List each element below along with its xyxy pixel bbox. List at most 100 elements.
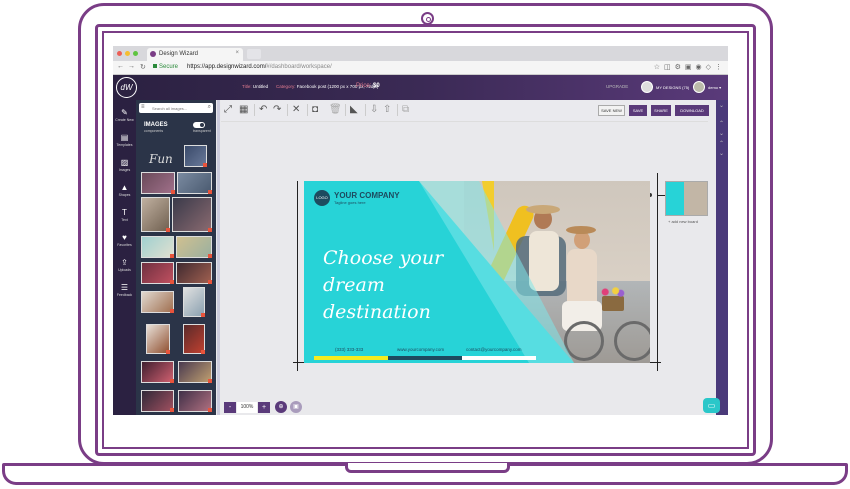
secure-indicator[interactable]: Secure bbox=[153, 64, 178, 70]
close-icon[interactable]: ✕ bbox=[292, 105, 300, 115]
tab-close-icon[interactable]: × bbox=[235, 50, 239, 56]
chevron-down-icon[interactable]: ⌄ bbox=[719, 130, 724, 137]
share-button[interactable]: SHARE bbox=[651, 105, 671, 116]
image-thumbnail[interactable] bbox=[141, 361, 174, 383]
phone-text[interactable]: (333) 333-333 bbox=[335, 347, 363, 352]
nav-shapes[interactable]: ▲ Shapes bbox=[113, 183, 136, 197]
extension-icon[interactable]: ▣ bbox=[685, 63, 692, 71]
image-thumbnail[interactable] bbox=[177, 172, 212, 194]
expand-icon[interactable]: ⤢ bbox=[224, 105, 232, 115]
star-icon[interactable]: ☆ bbox=[654, 63, 660, 71]
image-thumbnail[interactable] bbox=[146, 324, 170, 354]
image-thumbnail[interactable] bbox=[141, 390, 174, 412]
chevron-down-icon[interactable]: ⌄ bbox=[719, 150, 724, 157]
my-designs-link[interactable]: MY DESIGNS (75) bbox=[656, 85, 689, 90]
design-wizard-logo[interactable]: dW bbox=[116, 77, 137, 98]
footer-bar-yellow[interactable] bbox=[314, 356, 388, 360]
add-board-link[interactable]: + add new board bbox=[668, 219, 698, 224]
nav-templates[interactable]: ▤ Templates bbox=[113, 133, 136, 147]
chevron-up-icon[interactable]: ⌃ bbox=[719, 120, 724, 127]
image-thumbnail[interactable] bbox=[141, 197, 170, 232]
flip-icon[interactable]: ◣ bbox=[350, 105, 358, 115]
fit-screen-icon[interactable]: ⊕ bbox=[275, 401, 287, 413]
download-button[interactable]: DOWNLOAD bbox=[675, 105, 709, 116]
nav-create-new[interactable]: ✎ Create New bbox=[113, 108, 136, 122]
trash-icon[interactable]: 🗑 bbox=[329, 105, 342, 115]
price-info: Price: $0 bbox=[356, 83, 380, 89]
camera-tool-icon[interactable]: ◘ bbox=[312, 105, 318, 115]
back-icon[interactable]: ← bbox=[117, 63, 124, 70]
image-search-input[interactable]: ≡ Search all images... ⌕ bbox=[139, 103, 213, 113]
profile-icon[interactable]: ◉ bbox=[696, 63, 702, 71]
image-thumbnail[interactable] bbox=[141, 236, 174, 258]
close-window-icon[interactable] bbox=[117, 51, 122, 56]
zoom-out-button[interactable]: - bbox=[224, 402, 236, 413]
forward-icon[interactable]: → bbox=[128, 63, 135, 70]
email-text[interactable]: contact@yourcompany.com bbox=[466, 347, 522, 352]
document-icon: ▤ bbox=[120, 133, 129, 142]
reload-icon[interactable]: ↻ bbox=[140, 63, 146, 71]
board-thumbnail[interactable] bbox=[665, 181, 708, 216]
upgrade-link[interactable]: UPGRADE bbox=[606, 84, 628, 89]
my-designs-icon[interactable] bbox=[641, 81, 653, 93]
fun-thumbnail[interactable]: Fun bbox=[149, 152, 173, 166]
new-tab-button[interactable] bbox=[247, 49, 261, 59]
image-thumbnail[interactable] bbox=[141, 262, 174, 284]
search-icon[interactable]: ⌕ bbox=[208, 104, 211, 111]
grid-icon[interactable]: ▦ bbox=[239, 105, 248, 115]
company-name[interactable]: YOUR COMPANY bbox=[334, 191, 400, 200]
image-thumbnail[interactable] bbox=[172, 197, 212, 232]
zoom-level[interactable]: 100% bbox=[237, 402, 257, 413]
chevron-down-icon[interactable]: ⌄ bbox=[719, 102, 724, 109]
image-thumbnail[interactable] bbox=[178, 361, 212, 383]
url-field[interactable]: https://app.designwizard.com/#/dashboard… bbox=[187, 64, 332, 70]
user-menu[interactable]: demo ▾ bbox=[708, 85, 721, 90]
nav-uploads[interactable]: ⇪ Uploads bbox=[113, 258, 136, 272]
guide-line bbox=[297, 181, 298, 371]
panel-scrollbar[interactable] bbox=[217, 100, 220, 415]
minimize-window-icon[interactable] bbox=[125, 51, 130, 56]
image-thumbnail[interactable] bbox=[183, 287, 205, 317]
nav-favorites[interactable]: ♥ Favorites bbox=[113, 233, 136, 247]
image-thumbnail[interactable] bbox=[176, 236, 212, 258]
avatar[interactable] bbox=[693, 81, 705, 93]
extension-icon[interactable]: ◫ bbox=[664, 63, 671, 71]
nav-text[interactable]: T Text bbox=[113, 208, 136, 222]
browser-tab[interactable]: Design Wizard × bbox=[147, 48, 243, 61]
image-thumbnail[interactable] bbox=[141, 291, 174, 313]
image-thumbnail[interactable] bbox=[176, 262, 212, 284]
nav-feedback[interactable]: ☰ Feedback bbox=[113, 283, 136, 297]
zoom-in-button[interactable]: + bbox=[258, 402, 270, 413]
footer-bar-white[interactable] bbox=[462, 356, 536, 360]
duplicate-icon[interactable]: ⧉ bbox=[402, 105, 409, 115]
company-logo[interactable]: LOGO bbox=[314, 190, 330, 206]
image-thumbnail[interactable] bbox=[184, 145, 207, 167]
nav-images[interactable]: ▨ Images bbox=[113, 158, 136, 172]
company-tagline[interactable]: Tagline goes here bbox=[334, 200, 366, 205]
design-canvas[interactable]: LOGO YOUR COMPANY Tagline goes here Choo… bbox=[304, 181, 650, 363]
chevron-up-icon[interactable]: ⌃ bbox=[719, 140, 724, 147]
redo-icon[interactable]: ↷ bbox=[273, 105, 281, 115]
save-new-button[interactable]: SAVE NEW bbox=[598, 105, 625, 116]
save-button[interactable]: SAVE bbox=[629, 105, 647, 116]
maximize-window-icon[interactable] bbox=[133, 51, 138, 56]
image-thumbnail[interactable] bbox=[141, 172, 175, 194]
footer-bar-navy[interactable] bbox=[388, 356, 462, 360]
extension-icon[interactable]: ◇ bbox=[706, 63, 711, 71]
lock-icon[interactable]: ▣ bbox=[290, 401, 302, 413]
menu-icon[interactable]: ⋮ bbox=[715, 63, 722, 71]
title-info[interactable]: Title: Untitled bbox=[242, 84, 268, 89]
website-text[interactable]: www.yourcompany.com bbox=[397, 347, 444, 352]
filter-icon[interactable]: ≡ bbox=[141, 104, 145, 110]
transparent-toggle[interactable] bbox=[193, 122, 205, 128]
layer-up-icon[interactable]: ⇧ bbox=[383, 105, 391, 115]
screen: Design Wizard × ← → ↻ Secure https://app… bbox=[113, 46, 728, 415]
headline-text[interactable]: Choose your dream destination bbox=[323, 245, 493, 326]
images-panel: ≡ Search all images... ⌕ IMAGES componen… bbox=[136, 100, 216, 415]
undo-icon[interactable]: ↶ bbox=[259, 105, 267, 115]
layer-down-icon[interactable]: ⇩ bbox=[370, 105, 378, 115]
settings-icon[interactable]: ⚙ bbox=[675, 63, 681, 71]
image-thumbnail[interactable] bbox=[183, 324, 205, 354]
image-thumbnail[interactable] bbox=[178, 390, 212, 412]
chat-icon[interactable]: ▭ bbox=[703, 398, 720, 413]
